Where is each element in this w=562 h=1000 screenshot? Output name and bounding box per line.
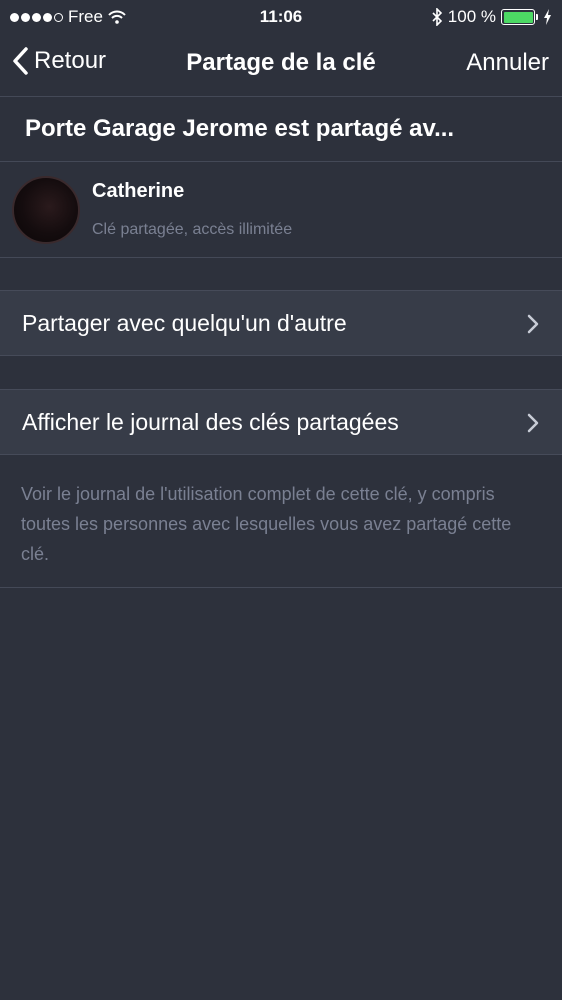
share-with-someone-else-button[interactable]: Partager avec quelqu'un d'autre — [0, 290, 562, 356]
signal-strength-icon — [10, 12, 63, 22]
navigation-bar: Retour Partage de la clé Annuler — [0, 34, 562, 94]
status-bar: Free 11:06 100 % — [0, 0, 562, 34]
avatar — [12, 176, 80, 244]
battery-icon — [501, 9, 538, 25]
show-shared-keys-log-label: Afficher le journal des clés partagées — [22, 408, 399, 435]
charging-icon — [544, 9, 551, 25]
log-description: Voir le journal de l'utilisation complet… — [21, 484, 512, 564]
footnote-divider — [0, 587, 562, 588]
share-with-someone-else-label: Partager avec quelqu'un d'autre — [22, 309, 347, 336]
user-name: Catherine — [92, 180, 185, 202]
bluetooth-icon — [432, 8, 442, 26]
show-shared-keys-log-button[interactable]: Afficher le journal des clés partagées — [0, 389, 562, 455]
user-divider — [0, 257, 562, 258]
user-access-status: Clé partagée, accès illimitée — [92, 221, 293, 238]
chevron-right-icon — [527, 413, 539, 433]
shared-with-header: Porte Garage Jerome est partagé av... — [25, 115, 455, 142]
wifi-icon — [108, 10, 126, 24]
chevron-right-icon — [527, 314, 539, 334]
status-left: Free — [10, 7, 126, 27]
status-right: 100 % — [431, 7, 552, 27]
carrier-label: Free — [68, 7, 103, 26]
cancel-button[interactable]: Annuler — [466, 49, 549, 77]
shared-user-row[interactable]: Catherine Clé partagée, accès illimitée — [0, 162, 562, 257]
battery-percent: 100 % — [447, 7, 496, 26]
